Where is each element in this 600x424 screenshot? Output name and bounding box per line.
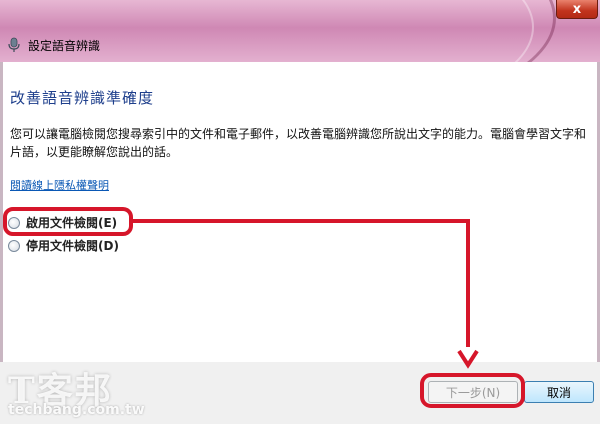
microphone-icon bbox=[8, 37, 20, 52]
page-description: 您可以讓電腦檢閱您搜尋索引中的文件和電子郵件，以改善電腦辨識您所說出文字的能力。… bbox=[10, 127, 587, 159]
close-button[interactable]: x bbox=[556, 0, 598, 19]
window-border-left bbox=[0, 62, 3, 362]
arrow-down-icon bbox=[457, 349, 479, 369]
highlight-next-button bbox=[420, 373, 525, 408]
title-bar-decoration-2 bbox=[230, 0, 534, 62]
highlight-enable-option bbox=[3, 207, 133, 236]
cancel-button[interactable]: 取消 bbox=[524, 381, 594, 403]
close-icon: x bbox=[572, 1, 582, 17]
window-title: 設定語音辨識 bbox=[28, 39, 101, 53]
privacy-statement-link[interactable]: 閱讀線上隱私權聲明 bbox=[10, 177, 109, 193]
watermark: T客邦 techbang.com.tw bbox=[6, 362, 166, 424]
radio-button-icon[interactable] bbox=[8, 239, 20, 252]
radio-disable-review[interactable]: 停用文件檢閱(D) bbox=[8, 237, 119, 254]
watermark-site: techbang.com.tw bbox=[8, 402, 145, 418]
page-heading: 改善語音辨識準確度 bbox=[10, 89, 155, 107]
arrow-horizontal bbox=[133, 219, 470, 223]
arrow-vertical bbox=[466, 219, 470, 347]
radio-label-disable: 停用文件檢閱(D) bbox=[26, 239, 119, 253]
